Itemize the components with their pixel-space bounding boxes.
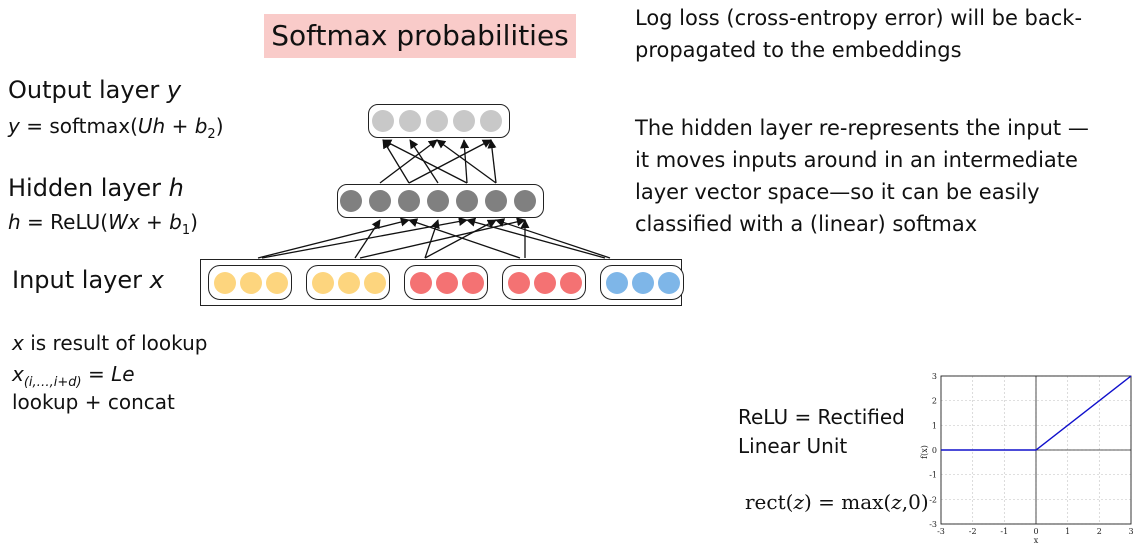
output-neuron xyxy=(426,110,448,132)
input-neuron xyxy=(508,271,530,294)
x-tick-label: -3 xyxy=(937,527,945,536)
input-neuron xyxy=(606,271,628,294)
input-neuron xyxy=(364,271,386,294)
y-tick-label: -2 xyxy=(929,495,937,504)
input-neuron xyxy=(436,271,458,294)
y-tick-label: -3 xyxy=(929,520,937,529)
x-tick-label: -2 xyxy=(969,527,977,536)
x-axis-label: x xyxy=(1034,536,1039,544)
x-tick-label: 0 xyxy=(1033,527,1038,536)
hidden-neuron xyxy=(485,190,507,212)
connection-arrow xyxy=(408,139,492,184)
y-tick-label: -1 xyxy=(929,471,937,480)
input-neuron xyxy=(560,271,582,294)
hidden-neuron xyxy=(427,190,449,212)
connection-arrow xyxy=(495,218,611,259)
input-neuron xyxy=(534,271,556,294)
input-neuron xyxy=(214,271,236,294)
x-tick-label: 2 xyxy=(1097,527,1102,536)
input-neuron xyxy=(240,271,262,294)
x-tick-label: 1 xyxy=(1065,527,1070,536)
y-tick-label: 2 xyxy=(932,397,937,406)
hidden-neuron xyxy=(514,190,536,212)
input-neuron xyxy=(462,271,484,294)
input-neuron xyxy=(266,271,288,294)
connection-arrow xyxy=(379,139,438,184)
input-neuron xyxy=(338,271,360,294)
y-tick-label: 1 xyxy=(932,421,937,430)
x-tick-label: 3 xyxy=(1128,527,1133,536)
hidden-neuron xyxy=(456,190,478,212)
hidden-neuron xyxy=(340,190,362,212)
y-tick-label: 0 xyxy=(932,446,937,455)
output-neuron xyxy=(480,110,502,132)
input-neuron xyxy=(658,271,680,294)
hidden-neuron xyxy=(369,190,391,212)
output-neuron xyxy=(372,110,394,132)
relu-chart: -3 -2 -1 0 1 2 3 3 2 1 0 -1 -2 -3 x f(x) xyxy=(920,372,1134,544)
input-neuron xyxy=(312,271,334,294)
y-axis-label: f(x) xyxy=(920,445,929,459)
input-neuron xyxy=(410,271,432,294)
x-tick-label: -1 xyxy=(1000,527,1008,536)
connection-arrow xyxy=(487,139,497,184)
connection-arrow xyxy=(466,217,606,259)
hidden-neuron xyxy=(398,190,420,212)
connection-arrow xyxy=(408,218,521,259)
connection-arrow xyxy=(354,219,381,259)
output-neuron xyxy=(453,110,475,132)
y-tick-label: 3 xyxy=(932,372,937,381)
input-neuron xyxy=(632,271,654,294)
output-neuron xyxy=(399,110,421,132)
